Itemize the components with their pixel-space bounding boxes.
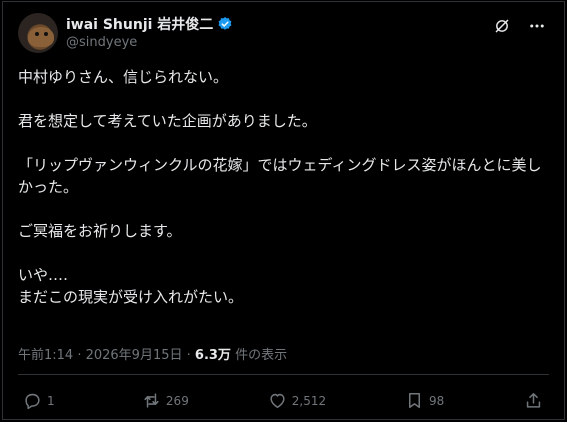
tweet-line: まだこの現実が受け入れがたい。 <box>18 288 244 306</box>
grok-icon[interactable] <box>494 18 510 34</box>
tweet-card: iwai Shunji 岩井俊二 @sindyeye 中村ゆりさん、信じられない… <box>2 1 565 420</box>
tweet-line: 君を想定して考えていた企画がありました。 <box>18 112 317 130</box>
tweet-line: 「リップヴァンウィンクルの花嫁」ではウェディングドレス姿がほんとに美しかった。 <box>18 156 542 196</box>
like-button[interactable]: 2,512 <box>268 391 326 410</box>
repost-icon <box>142 391 161 410</box>
tweet-line: ご冥福をお祈りします。 <box>18 222 182 240</box>
action-bar: 1 269 2,512 98 <box>23 391 544 410</box>
reply-count: 1 <box>47 393 55 408</box>
verified-badge-icon <box>217 16 233 32</box>
author-row: iwai Shunji 岩井俊二 <box>66 14 233 34</box>
repost-count: 269 <box>165 393 189 408</box>
timestamp[interactable]: 午前1:14 · 2026年9月15日 <box>18 348 183 363</box>
views-label: 件の表示 <box>230 348 288 363</box>
heart-icon <box>268 391 287 410</box>
reply-icon <box>23 391 42 410</box>
bookmark-button[interactable]: 98 <box>405 391 445 410</box>
reply-button[interactable]: 1 <box>23 391 63 410</box>
bookmark-icon <box>405 391 424 410</box>
author-display-name[interactable]: iwai Shunji 岩井俊二 <box>66 14 213 34</box>
avatar[interactable] <box>18 13 58 53</box>
bookmark-count: 98 <box>429 393 445 408</box>
tweet-header-actions <box>494 17 546 35</box>
share-button[interactable] <box>524 391 544 410</box>
views-count[interactable]: 6.3万 <box>195 348 231 363</box>
author-handle[interactable]: @sindyeye <box>66 35 137 50</box>
share-icon <box>524 391 543 410</box>
divider <box>18 374 549 375</box>
like-count: 2,512 <box>291 393 327 408</box>
meta-separator: · <box>182 348 195 363</box>
repost-button[interactable]: 269 <box>142 391 189 410</box>
tweet-meta: 午前1:14 · 2026年9月15日 · 6.3万 件の表示 <box>18 344 287 363</box>
tweet-line: いや‥‥ <box>18 266 69 284</box>
more-icon[interactable] <box>528 17 546 35</box>
tweet-body: 中村ゆりさん、信じられない。 君を想定して考えていた企画がありました。 「リップ… <box>18 66 553 308</box>
tweet-line: 中村ゆりさん、信じられない。 <box>18 68 229 86</box>
